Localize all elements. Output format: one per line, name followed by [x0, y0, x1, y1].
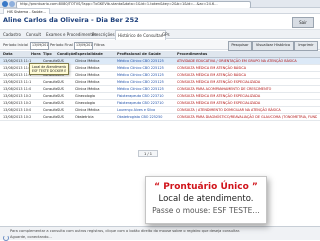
menu-item-cadastro[interactable]: Cadastro	[3, 30, 21, 39]
back-icon[interactable]	[2, 1, 8, 7]
cell-condicoes: SUS	[57, 94, 64, 98]
filtros-label[interactable]: Filtros	[94, 40, 105, 50]
cell-procedimentos: CONSULTA MÉDICA EM ATENÇÃO BÁSICA	[177, 73, 247, 77]
cell-condicoes: SUS	[57, 115, 64, 119]
callout-line-2: Local de atendimento.	[158, 194, 254, 204]
filter-toolbar: Período Inicial 13/09/2013 Período Final…	[0, 40, 320, 51]
cell-procedimentos: CONSULTA MÉDICA EM ATENÇÃO ESPECIALIZADA	[177, 80, 261, 84]
column-header-condicoes[interactable]: Condições	[57, 51, 75, 58]
cell-profissional: Médico Clínico CBO 225125	[117, 59, 164, 63]
periodo-inicial-input[interactable]: 13/09/2013	[30, 42, 49, 50]
cell-procedimentos: ATIVIDADE EDUCATIVA / ORIENTAÇÃO EM GRUP…	[177, 59, 297, 63]
menu-item-prescricoes[interactable]: Prescrições	[92, 30, 115, 39]
visualizar-historico-button[interactable]: Visualizar Histórico	[252, 41, 294, 51]
callout-line-3: Passe o mouse: ESF TESTE…	[152, 206, 260, 215]
table-row[interactable]: 13/08/2013 10:22:47 Consulta SUS Ginecol…	[0, 100, 320, 107]
cell-especialidade: Clínica Médica	[75, 73, 100, 77]
cell-data: 13/08/2013 11:26:35	[3, 66, 31, 70]
cell-procedimentos: CONSULTA / ATENDIMENTO DOMICILIAR NA ATE…	[177, 108, 281, 112]
cell-tipo: Consulta	[43, 87, 57, 91]
table-row[interactable]: 13/08/2013 10:09:49 Consulta SUS Clínica…	[0, 107, 320, 114]
cell-data: 13/08/2013 11:13:47	[3, 59, 31, 63]
cell-profissional: Médico Clínico CBO 225125	[117, 66, 164, 70]
cell-especialidade: Obstetrícia	[75, 115, 94, 119]
cell-profissional: Médico Clínico CBO 225125	[117, 87, 164, 91]
cell-procedimentos: CONSULTA MÉDICA EM ATENÇÃO ESPECIALIZADA	[177, 94, 261, 98]
app-header: Aline Carlos da Oliveira - Dia Ber 252 S…	[0, 14, 320, 30]
cell-especialidade: Clínica Médica	[75, 108, 100, 112]
cell-especialidade: Clínica Médica	[75, 80, 100, 84]
table-row[interactable]: 13/08/2013 10:21:24 Consulta SUS Obstetr…	[0, 114, 320, 121]
cell-data: 13/08/2013 11:10:43	[3, 73, 31, 77]
cell-profissional: Fisioterapeuta CBO 223710	[117, 94, 164, 98]
cell-especialidade: Clínica Médica	[75, 66, 100, 70]
menu-item-historico[interactable]: Histórico de Consultas	[115, 30, 166, 40]
periodo-inicial-label: Período Inicial	[3, 43, 29, 47]
column-header-especialidade[interactable]: Especialidade	[75, 51, 117, 58]
column-header-profissional[interactable]: Profissional de Saúde	[117, 51, 177, 58]
column-header-hora[interactable]: Hora	[31, 51, 43, 58]
loading-icon	[3, 235, 9, 241]
cell-data: 13/08/2013 11:09:08	[3, 87, 31, 91]
status-bar: Para complementar a consulta com outros …	[0, 226, 320, 241]
cell-tipo: Consulta	[43, 94, 57, 98]
cell-profissional: Médico Clínico CBO 225125	[117, 73, 164, 77]
cell-tipo: Consulta	[43, 80, 57, 84]
periodo-final-label: Período Final	[50, 43, 73, 47]
cell-procedimentos: CONSULTA MÉDICA EM ATENÇÃO ESPECIALIZADA	[177, 101, 261, 105]
cell-condicoes: SUS	[57, 108, 64, 112]
cell-condicoes: SUS	[57, 101, 64, 105]
annotation-callout: “ Prontuário Único ” Local de atendiment…	[145, 176, 267, 224]
page-indicator[interactable]: 1 / 1	[138, 150, 158, 157]
cell-especialidade: Ginecologia	[75, 101, 95, 105]
cell-procedimentos: CONSULTA PARA ACOMPANHAMENTO DE CRESCIME…	[177, 87, 272, 91]
table-row[interactable]: 13/08/2013 11:09:08 Consulta SUS Clínica…	[0, 86, 320, 93]
patient-title: Aline Carlos da Oliveira - Dia Ber 252	[3, 16, 139, 24]
exit-button[interactable]: Sair	[292, 17, 314, 28]
menu-bar: Cadastro Consult Exames e Procedimentos …	[0, 30, 320, 40]
menu-item-consult[interactable]: Consult	[26, 30, 41, 39]
pesquisar-button[interactable]: Pesquisar	[228, 41, 252, 51]
cell-data: 13/08/2013 10:22:47	[3, 101, 31, 105]
cell-tipo: Consulta	[43, 108, 57, 112]
column-header-procedimentos[interactable]: Procedimentos	[177, 51, 317, 58]
callout-title: “ Prontuário Único ”	[154, 182, 258, 192]
menu-item-gps[interactable]: GPs	[162, 30, 170, 39]
cell-especialidade: Ginecologia	[75, 94, 95, 98]
tooltip-line-2: ESF TESTE DOCKER EMP	[32, 69, 66, 73]
cell-profissional: Obstetrogista CBO 225250	[117, 115, 163, 119]
table-row[interactable]: 13/08/2013 11:10:55 Consulta SUS Clínica…	[0, 79, 320, 86]
cell-profissional: Lourenço Alves e Silva	[117, 108, 156, 112]
cell-especialidade: Clínica Médica	[75, 59, 100, 63]
forward-icon[interactable]	[9, 1, 15, 7]
grid-header: Data Hora Tipo Condições Especialidade P…	[0, 51, 320, 58]
cell-data: 13/08/2013 10:21:24	[3, 115, 31, 119]
cell-tipo: Consulta	[43, 101, 57, 105]
imprimir-button[interactable]: Imprimir	[294, 41, 318, 51]
cell-tipo: Consulta	[43, 115, 57, 119]
cell-data: 13/08/2013 10:09:49	[3, 108, 31, 112]
status-loading-text: Aguarde, conectando...	[10, 235, 52, 239]
menu-item-exames[interactable]: Exames e Procedimentos	[46, 30, 96, 39]
cell-data: 13/08/2013 10:28:58	[3, 94, 31, 98]
cell-data: 13/08/2013 11:10:55	[3, 80, 31, 84]
cell-procedimentos: CONSULTA PARA DIAGNÓSTICO/REAVALIAÇÃO DE…	[177, 115, 317, 119]
cell-condicoes: SUS	[57, 87, 64, 91]
browser-address-bar: http://prontuario.com:8080/TOTVS/?app=Tx…	[0, 0, 320, 9]
cell-profissional: Médico Clínico CBO 225125	[117, 80, 164, 84]
column-header-tipo[interactable]: Tipo	[43, 51, 57, 58]
cell-profissional: Fisioterapeuta CBO 223710	[117, 101, 164, 105]
periodo-final-input[interactable]: 13/09/2013	[74, 42, 93, 50]
cell-condicoes: SUS	[57, 80, 64, 84]
cell-procedimentos: CONSULTA MÉDICA EM ATENÇÃO BÁSICA	[177, 66, 247, 70]
location-tooltip: Local de Atendimento ESF TESTE DOCKER EM…	[29, 63, 69, 75]
cell-especialidade: Clínica Médica	[75, 87, 100, 91]
table-row[interactable]: 13/08/2013 10:28:58 Consulta SUS Ginecol…	[0, 93, 320, 100]
column-header-data[interactable]: Data	[3, 51, 31, 58]
